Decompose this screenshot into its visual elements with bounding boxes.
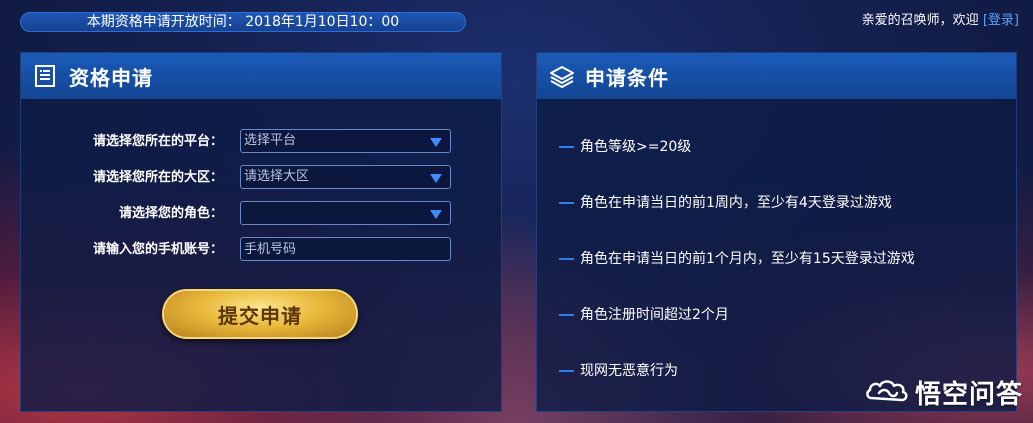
dash-bullet-icon bbox=[559, 146, 574, 148]
condition-text: 角色注册时间超过2个月 bbox=[580, 307, 729, 323]
application-time-text: 本期资格申请开放时间： 2018年1月10日10：00 bbox=[86, 14, 400, 30]
chevron-down-icon bbox=[430, 174, 442, 183]
platform-select[interactable]: 选择平台 bbox=[240, 129, 451, 153]
application-panel: 资格申请 请选择您所在的平台： 选择平台 请选择您所在的大区： 请选择大区 请选… bbox=[20, 52, 502, 412]
condition-item: 角色在申请当日的前1个月内，至少有15天登录过游戏 bbox=[559, 249, 915, 305]
role-label: 请选择您的角色： bbox=[118, 206, 223, 221]
phone-input[interactable] bbox=[240, 237, 451, 261]
submit-application-label: 提交申请 bbox=[218, 303, 302, 328]
condition-item: 角色注册时间超过2个月 bbox=[559, 305, 915, 361]
greeting-text: 亲爱的召唤师，欢迎 bbox=[861, 13, 979, 28]
region-label: 请选择您所在的大区： bbox=[92, 170, 223, 185]
dash-bullet-icon bbox=[559, 314, 574, 316]
condition-text: 角色等级>=20级 bbox=[580, 139, 692, 155]
role-select[interactable] bbox=[240, 201, 451, 225]
phone-label: 请输入您的手机账号： bbox=[92, 242, 223, 257]
condition-item: 现网无恶意行为 bbox=[559, 361, 915, 417]
region-row: 请选择您所在的大区： 请选择大区 bbox=[21, 165, 503, 191]
wukong-watermark: 悟空问答 bbox=[865, 374, 1023, 411]
platform-select-value: 选择平台 bbox=[244, 133, 297, 148]
wukong-cloud-icon bbox=[865, 376, 909, 410]
platform-row: 请选择您所在的平台： 选择平台 bbox=[21, 129, 503, 155]
layers-icon bbox=[549, 64, 574, 88]
condition-item: 角色在申请当日的前1周内，至少有4天登录过游戏 bbox=[559, 193, 915, 249]
condition-text: 角色在申请当日的前1周内，至少有4天登录过游戏 bbox=[580, 195, 892, 211]
region-select[interactable]: 请选择大区 bbox=[240, 165, 451, 189]
dash-bullet-icon bbox=[559, 202, 574, 204]
chevron-down-icon bbox=[430, 210, 442, 219]
dash-bullet-icon bbox=[559, 370, 574, 372]
conditions-list: 角色等级>=20级 角色在申请当日的前1周内，至少有4天登录过游戏 角色在申请当… bbox=[559, 137, 915, 417]
watermark-text: 悟空问答 bbox=[914, 380, 1023, 410]
region-select-value: 请选择大区 bbox=[244, 169, 310, 184]
dash-bullet-icon bbox=[559, 258, 574, 260]
document-list-icon bbox=[33, 64, 57, 88]
role-row: 请选择您的角色： bbox=[21, 201, 503, 227]
chevron-down-icon bbox=[430, 138, 442, 147]
application-panel-header: 资格申请 bbox=[21, 53, 501, 99]
login-link-label[interactable]: 登录 bbox=[988, 13, 1014, 28]
platform-label: 请选择您所在的平台： bbox=[92, 134, 223, 149]
conditions-panel-title: 申请条件 bbox=[585, 65, 669, 90]
conditions-panel: 申请条件 角色等级>=20级 角色在申请当日的前1周内，至少有4天登录过游戏 角… bbox=[536, 52, 1017, 412]
condition-text: 现网无恶意行为 bbox=[580, 363, 678, 379]
login-area: 亲爱的召唤师，欢迎 [登录] bbox=[862, 12, 1019, 30]
login-link[interactable]: [登录] bbox=[983, 13, 1019, 28]
condition-item: 角色等级>=20级 bbox=[559, 137, 915, 193]
application-panel-title: 资格申请 bbox=[69, 65, 153, 90]
application-time-banner: 本期资格申请开放时间： 2018年1月10日10：00 bbox=[20, 12, 466, 32]
conditions-panel-header: 申请条件 bbox=[537, 53, 1016, 99]
condition-text: 角色在申请当日的前1个月内，至少有15天登录过游戏 bbox=[580, 251, 915, 267]
phone-row: 请输入您的手机账号： bbox=[21, 237, 503, 263]
submit-application-button[interactable]: 提交申请 bbox=[162, 289, 358, 339]
